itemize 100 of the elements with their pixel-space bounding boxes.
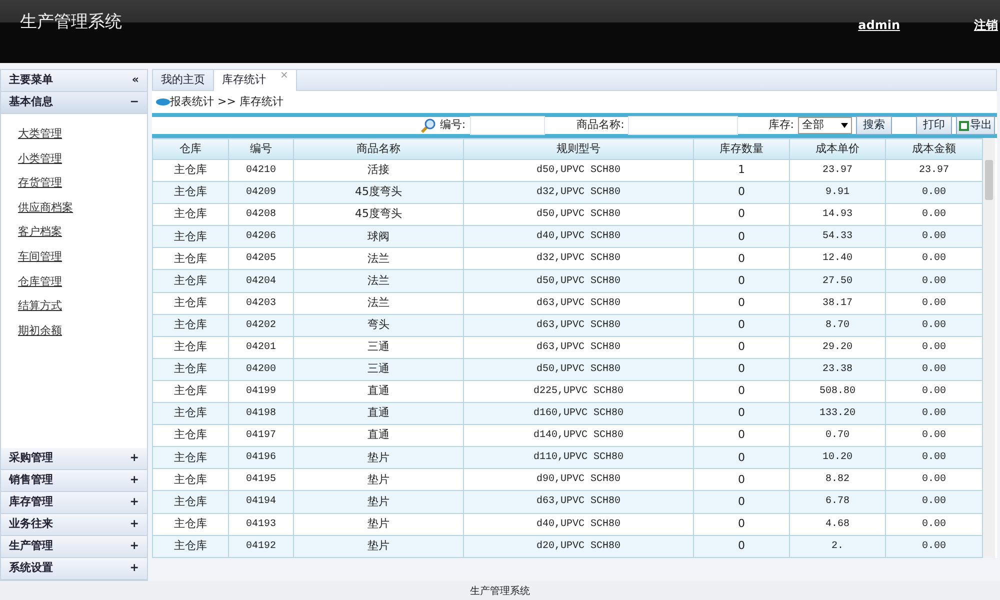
table-cell: 0.00: [886, 446, 982, 469]
section-label: 采购管理: [9, 450, 53, 466]
toggle-icon[interactable]: −: [130, 94, 139, 111]
table-cell: 04194: [228, 490, 294, 513]
logout-link[interactable]: 注销: [974, 16, 998, 63]
name-input[interactable]: [628, 116, 738, 135]
table-cell: 9.91: [790, 182, 886, 204]
table-cell: d50,UPVC SCH80: [464, 270, 694, 292]
table-cell: 04193: [228, 513, 294, 536]
table-cell: d110,UPVC SCH80: [464, 446, 694, 469]
table-cell: 0.00: [886, 535, 982, 558]
menu-link[interactable]: 存货管理: [18, 171, 147, 196]
section-header[interactable]: 基本信息 −: [1, 92, 147, 114]
collapse-icon[interactable]: «: [132, 72, 139, 89]
table-cell: 直通: [294, 402, 464, 425]
table-cell: 主仓库: [152, 314, 228, 336]
section-header[interactable]: 采购管理 +: [1, 448, 147, 470]
caret-icon: [841, 123, 848, 128]
table-cell: 0: [694, 358, 790, 380]
table-cell: 0.00: [886, 336, 982, 358]
table-cell: 主仓库: [152, 182, 228, 204]
table-cell: d50,UPVC SCH80: [464, 358, 694, 380]
table-cell: 04202: [228, 314, 294, 336]
field-label: 库存:: [768, 117, 794, 134]
table-cell: 54.33: [790, 226, 886, 248]
menu-link[interactable]: 车间管理: [18, 244, 147, 270]
field-label: 商品名称:: [576, 117, 624, 134]
section-label: 生产管理: [9, 538, 53, 554]
menu-link[interactable]: 结算方式: [18, 294, 147, 319]
toggle-icon[interactable]: +: [130, 516, 139, 533]
menu-link[interactable]: 大类管理: [18, 122, 147, 147]
table-cell: 垫片: [294, 535, 464, 558]
table-cell: 10.20: [790, 446, 886, 469]
table-cell: d40,UPVC SCH80: [464, 226, 694, 248]
table-cell: 主仓库: [152, 292, 228, 314]
section-header[interactable]: 库存管理 +: [1, 492, 147, 514]
breadcrumb: 报表统计 >> 库存统计: [170, 94, 284, 110]
table-cell: 2.: [790, 535, 886, 558]
table-cell: 0.00: [886, 358, 982, 380]
table-cell: d63,UPVC SCH80: [464, 336, 694, 358]
toggle-icon[interactable]: +: [130, 450, 139, 467]
table-cell: d63,UPVC SCH80: [464, 292, 694, 314]
cloud-icon: [156, 98, 170, 106]
menu-link[interactable]: 期初余额: [18, 318, 147, 344]
table-cell: 04206: [228, 226, 294, 248]
menu-link[interactable]: 供应商档案: [18, 196, 147, 220]
toggle-icon[interactable]: +: [130, 560, 139, 577]
table-cell: 0: [694, 336, 790, 358]
table-cell: 主仓库: [152, 402, 228, 425]
section-header[interactable]: 业务往来 +: [1, 514, 147, 536]
table-cell: 0.00: [886, 292, 982, 314]
table-cell: 0: [694, 535, 790, 558]
export-button[interactable]: 导出: [956, 116, 995, 135]
toggle-icon[interactable]: +: [130, 472, 139, 489]
table-cell: 0: [694, 292, 790, 314]
table-cell: 主仓库: [152, 490, 228, 513]
code-input[interactable]: [470, 116, 545, 135]
table-cell: 0.00: [886, 226, 982, 248]
table-cell: 垫片: [294, 490, 464, 513]
table-cell: 法兰: [294, 292, 464, 314]
table-cell: 04192: [228, 535, 294, 558]
table-cell: 法兰: [294, 270, 464, 292]
table-cell: 04200: [228, 358, 294, 380]
user-link[interactable]: admin: [858, 16, 900, 63]
table-cell: 主仓库: [152, 336, 228, 358]
table-cell: d20,UPVC SCH80: [464, 535, 694, 558]
table-cell: 0.00: [886, 402, 982, 425]
table-cell: 三通: [294, 358, 464, 380]
table-cell: 主仓库: [152, 358, 228, 380]
menu-link[interactable]: 仓库管理: [18, 270, 147, 294]
column-header: 库存数量: [694, 138, 790, 160]
table-cell: 45度弯头: [294, 182, 464, 204]
table-cell: 38.17: [790, 292, 886, 314]
scrollbar[interactable]: [983, 138, 995, 558]
table-cell: 133.20: [790, 402, 886, 425]
table-cell: d63,UPVC SCH80: [464, 490, 694, 513]
table-cell: 0: [694, 446, 790, 469]
menu-header[interactable]: 主要菜单 «: [1, 70, 147, 92]
table-cell: 0.00: [886, 270, 982, 292]
column-header: 仓库: [152, 138, 228, 160]
table-cell: 0: [694, 270, 790, 292]
table-cell: 29.20: [790, 336, 886, 358]
section-header[interactable]: 系统设置 +: [1, 558, 147, 580]
menu-title: 主要菜单: [9, 72, 53, 88]
print-button[interactable]: 打印: [916, 116, 952, 135]
menu-link[interactable]: 客户档案: [18, 220, 147, 245]
section-header[interactable]: 生产管理 +: [1, 536, 147, 558]
tab[interactable]: 库存统计 ×: [214, 70, 298, 91]
table-cell: 0: [694, 490, 790, 513]
search-button[interactable]: 搜索: [856, 116, 892, 135]
section-header[interactable]: 销售管理 +: [1, 470, 147, 492]
table-cell: 弯头: [294, 314, 464, 336]
table-cell: 三通: [294, 336, 464, 358]
table-cell: 0: [694, 513, 790, 536]
table-cell: 04203: [228, 292, 294, 314]
search-icon: [420, 118, 436, 134]
stock-dropdown[interactable]: 全部: [798, 117, 852, 134]
toggle-icon[interactable]: +: [130, 538, 139, 555]
menu-link[interactable]: 小类管理: [18, 146, 147, 172]
toggle-icon[interactable]: +: [130, 494, 139, 511]
